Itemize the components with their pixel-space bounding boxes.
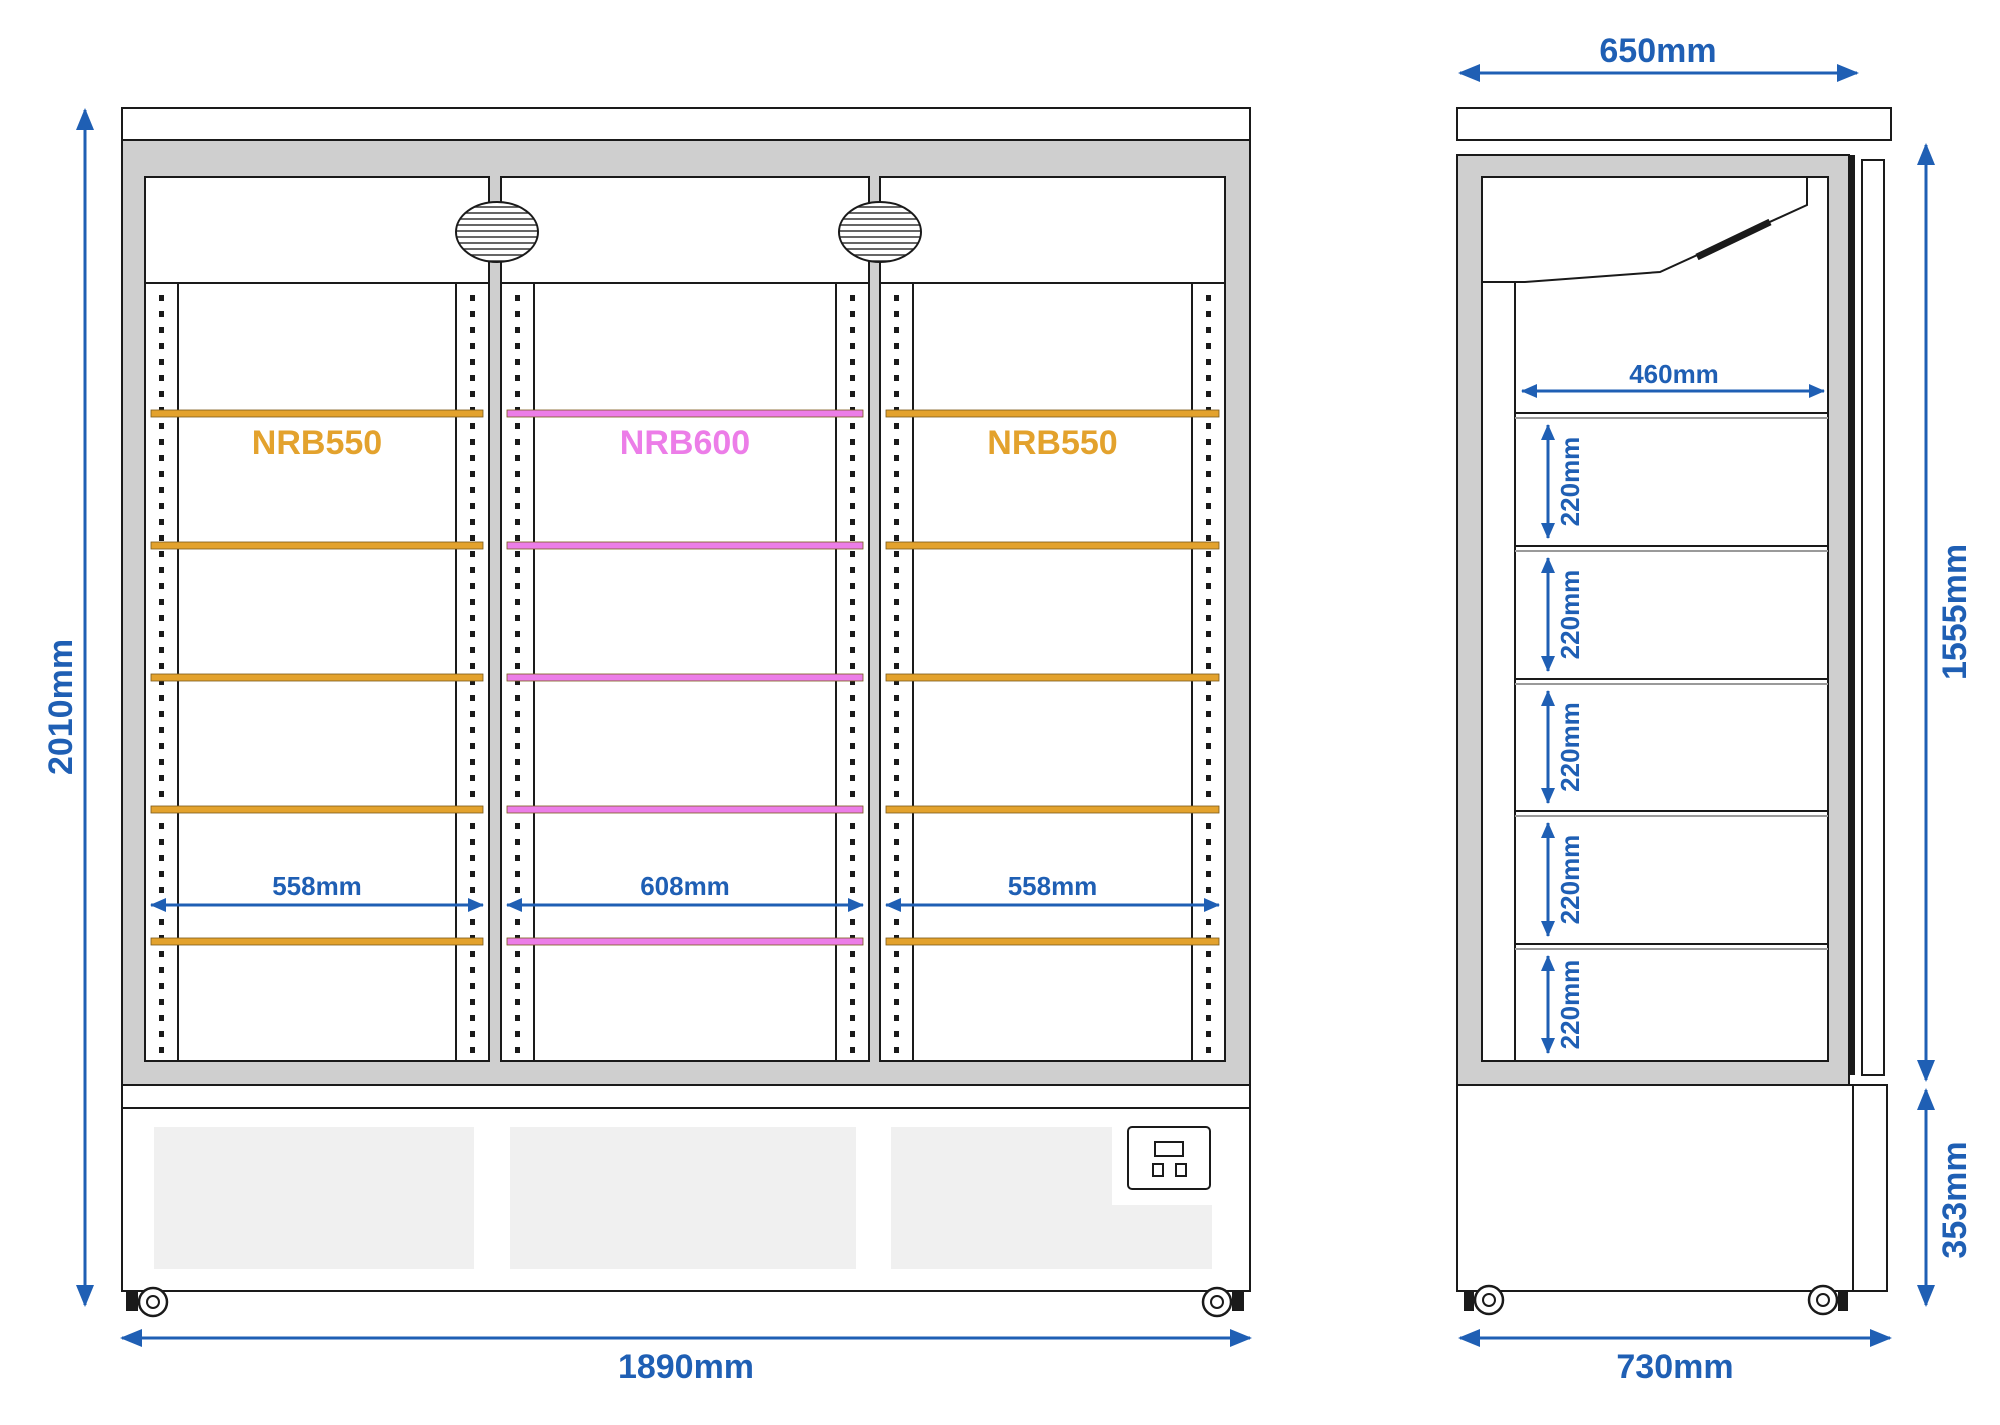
shelf-nrb550 — [150, 673, 484, 682]
dimension-label-shelf-spacing: 220mm — [1555, 702, 1585, 792]
shelf-nrb550 — [885, 409, 1220, 418]
dimension-label-bottom-width: 730mm — [1616, 1348, 1733, 1386]
shelf-nrb550 — [885, 937, 1220, 946]
side-view: 220mm 220mm 220mm 220mm 220mm 650mm 730mm 15… — [1456, 32, 1974, 1386]
dimension-label-base-height: 353mm — [1936, 1141, 1974, 1258]
dimension-label-section-width: 608mm — [640, 871, 730, 901]
control-panel-icon — [1127, 1126, 1211, 1190]
door-glass — [144, 176, 490, 1062]
shelf-type-label: NRB550 — [987, 424, 1117, 462]
dimension-label-shelf-spacing: 220mm — [1555, 835, 1585, 925]
dimension-label-overall-width: 1890mm — [618, 1348, 754, 1386]
shelf-nrb600 — [506, 673, 864, 682]
shelf-nrb550 — [150, 409, 484, 418]
dimension-label-shelf-spacing: 220mm — [1555, 570, 1585, 660]
dimension-label-shelf-spacing: 220mm — [1555, 960, 1585, 1050]
fan-icon — [838, 201, 922, 263]
side-door-handle — [1861, 159, 1885, 1076]
base-panel-left — [154, 1127, 474, 1269]
shelf-nrb600 — [506, 805, 864, 814]
dimension-label-overall-height: 2010mm — [42, 639, 80, 775]
side-cabinet-base — [1456, 1084, 1888, 1292]
dimension-label-section-width: 558mm — [272, 871, 362, 901]
door-sections: NRB550 558mm NRB600 608mm NRB550 558mm — [144, 176, 1226, 1062]
side-top-canopy — [1456, 107, 1892, 141]
caster-wheel-icon — [126, 1286, 169, 1318]
shelf-nrb600 — [506, 937, 864, 946]
shelf-nrb550 — [885, 541, 1220, 550]
shelf-nrb550 — [150, 805, 484, 814]
side-door-edge — [1849, 155, 1855, 1075]
top-canopy — [121, 107, 1251, 141]
door-glass — [879, 176, 1226, 1062]
dimension-label-shelf-spacing: 220mm — [1555, 437, 1585, 527]
door-glass — [500, 176, 870, 1062]
shelf-type-label: NRB550 — [252, 424, 382, 462]
shelf-nrb600 — [506, 409, 864, 418]
shelf-nrb550 — [150, 541, 484, 550]
shelf-nrb550 — [150, 937, 484, 946]
shelf-type-label: NRB600 — [620, 424, 750, 462]
side-interior — [1481, 176, 1829, 1062]
shelf-nrb550 — [885, 805, 1220, 814]
refrigerator-dimension-diagram: NRB550 558mm NRB600 608mm NRB550 558mm 2010mm — [42, 32, 1974, 1386]
dimension-label-interior-height: 1555mm — [1936, 544, 1974, 680]
base-panel-center — [510, 1127, 856, 1269]
fan-icon — [455, 201, 539, 263]
door-section: NRB550 558mm — [144, 176, 490, 1062]
dimension-label-section-width: 558mm — [1008, 871, 1098, 901]
door-section: NRB600 608mm — [500, 176, 870, 1062]
caster-wheel-icon — [1201, 1286, 1244, 1318]
dimension-label-top-width: 650mm — [1599, 32, 1716, 70]
door-section: NRB550 558mm — [879, 176, 1226, 1062]
shelf-nrb550 — [885, 673, 1220, 682]
front-view: NRB550 558mm NRB600 608mm NRB550 558mm 2010mm — [42, 107, 1252, 1386]
shelf-nrb600 — [506, 541, 864, 550]
dimension-label-shelf-depth: 460mm — [1629, 359, 1719, 389]
